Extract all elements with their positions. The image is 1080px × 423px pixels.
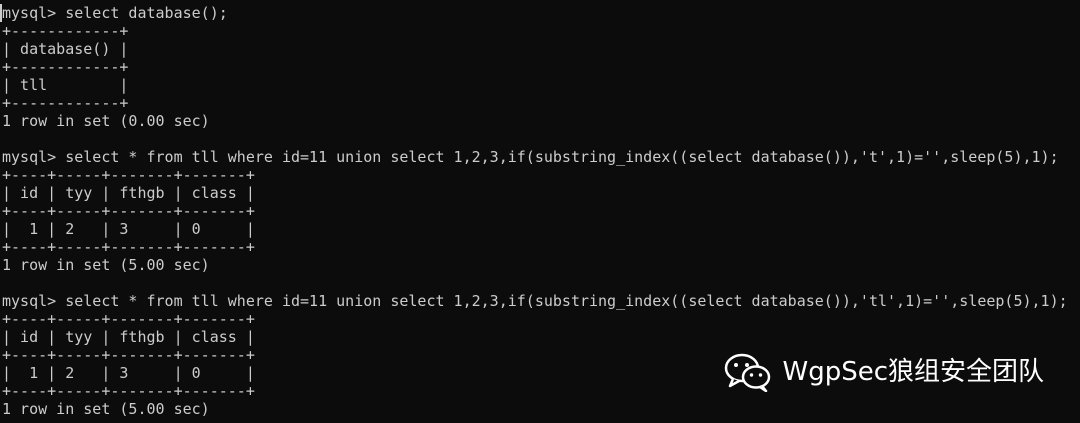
terminal-window[interactable]: mysql> select database(); +------------+… [0,0,1080,423]
result-summary: 1 row in set (5.00 sec) [2,256,210,274]
prompt-line-2: mysql> select * from tll where id=11 uni… [2,148,1059,166]
table-border: +----+-----+-------+-------+ [2,166,255,184]
table-header-row: | id | tyy | fthgb | class | [2,328,255,346]
prompt-line-1: mysql> select database(); [2,4,228,22]
table-header-row: | id | tyy | fthgb | class | [2,184,255,202]
table-border: +----+-----+-------+-------+ [2,310,255,328]
table-row: | 1 | 2 | 3 | 0 | [2,364,255,382]
watermark-text: WgpSec狼组安全团队 [782,357,1044,387]
table-row: | tll | [2,76,129,94]
table-border: +------------+ [2,94,129,112]
table-border: +----+-----+-------+-------+ [2,238,255,256]
table-border: +----+-----+-------+-------+ [2,202,255,220]
result-summary: 1 row in set (0.00 sec) [2,112,210,130]
table-border: +----+-----+-------+-------+ [2,346,255,364]
table-border: +------------+ [2,58,129,76]
table-row: | 1 | 2 | 3 | 0 | [2,220,255,238]
result-summary: 1 row in set (5.00 sec) [2,400,210,418]
table-border: +------------+ [2,22,129,40]
table-border: +----+-----+-------+-------+ [2,382,255,400]
watermark: WgpSec狼组安全团队 [724,352,1044,392]
prompt-line-3: mysql> select * from tll where id=11 uni… [2,292,1068,310]
wechat-icon [725,353,771,392]
table-header-row: | database() | [2,40,129,58]
